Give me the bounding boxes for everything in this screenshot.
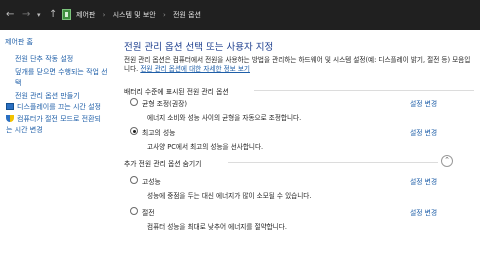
back-icon[interactable]: ← — [6, 9, 14, 21]
plan-description: 에너지 소비와 성능 사이의 균형을 자동으로 조정합니다. — [147, 114, 302, 122]
recent-locations-dropdown-icon[interactable]: ▾ — [37, 9, 41, 21]
learn-more-link[interactable]: 전원 관리 옵션에 대한 자세한 정보 보기 — [140, 65, 250, 73]
plan-name[interactable]: 절전 — [142, 207, 155, 217]
change-settings-link[interactable]: 설정 변경 — [410, 176, 437, 186]
sidebar: 제어판 홈 전원 단추 작동 설정 덮개를 닫으면 수행되는 작업 선택 전원 … — [0, 30, 118, 270]
page-description: 전원 관리 옵션은 컴퓨터에서 전원을 사용하는 방법을 관리하는 하드웨어 및… — [124, 56, 474, 74]
sidebar-link-lid-action[interactable]: 덮개를 닫으면 수행되는 작업 선택 — [15, 67, 113, 89]
main-content: 전원 관리 옵션 선택 또는 사용자 지정 전원 관리 옵션은 컴퓨터에서 전원… — [118, 30, 480, 270]
change-settings-link[interactable]: 설정 변경 — [410, 98, 437, 108]
control-panel-icon — [62, 9, 71, 20]
plan-description: 컴퓨터 성능을 최대로 낮추어 에너지를 절약합니다. — [147, 223, 287, 231]
plan-radio-ultimate-performance[interactable] — [130, 127, 138, 135]
breadcrumb-item-system-security[interactable]: 시스템 및 보안 — [113, 11, 156, 19]
page-title: 전원 관리 옵션 선택 또는 사용자 지정 — [124, 42, 274, 53]
plan-radio-high-performance[interactable] — [130, 176, 138, 184]
address-bar: ← → ▾ ↑ 제어판 › 시스템 및 보안 › 전원 옵션 — [0, 0, 480, 30]
breadcrumb: 제어판 › 시스템 및 보안 › 전원 옵션 — [76, 10, 201, 20]
plan-description: 고사양 PC에서 최고의 성능을 선사합니다. — [147, 143, 264, 151]
sidebar-link-label: 디스플레이를 끄는 시간 설정 — [17, 103, 101, 111]
monitor-icon — [6, 103, 14, 110]
plan-radio-power-saver[interactable] — [130, 207, 138, 215]
group-divider — [254, 90, 474, 91]
sidebar-link-label: 컴퓨터가 절전 모드로 전환되는 시간 변경 — [6, 115, 101, 134]
plan-name[interactable]: 균형 조정(권장) — [142, 98, 187, 108]
group-battery-meter-plans: 배터리 수준에 표시된 전원 관리 옵션 — [124, 88, 229, 96]
group-hide-additional-plans[interactable]: 추가 전원 관리 옵션 숨기기 — [124, 158, 201, 168]
plan-name[interactable]: 최고의 성능 — [142, 127, 175, 137]
sidebar-home-link[interactable]: 제어판 홈 — [5, 37, 33, 47]
collapse-chevron-up-icon[interactable]: ⌃ — [441, 155, 453, 167]
breadcrumb-separator[interactable]: › — [163, 11, 166, 19]
breadcrumb-item-control-panel[interactable]: 제어판 — [76, 11, 95, 19]
breadcrumb-separator[interactable]: › — [103, 11, 106, 19]
up-icon[interactable]: ↑ — [49, 9, 57, 21]
group-divider — [228, 162, 438, 163]
sidebar-link-power-buttons[interactable]: 전원 단추 작동 설정 — [15, 54, 113, 65]
sidebar-link-sleep-time[interactable]: 컴퓨터가 절전 모드로 전환되는 시간 변경 — [6, 114, 104, 136]
sidebar-link-create-plan[interactable]: 전원 관리 옵션 만들기 — [15, 91, 113, 102]
change-settings-link[interactable]: 설정 변경 — [410, 207, 437, 217]
sidebar-link-display-off[interactable]: 디스플레이를 끄는 시간 설정 — [6, 102, 104, 113]
plan-name[interactable]: 고성능 — [142, 176, 161, 186]
plan-description: 성능에 중점을 두는 대신 에너지가 많이 소모될 수 있습니다. — [147, 192, 312, 200]
plan-radio-balanced[interactable] — [130, 98, 138, 106]
breadcrumb-item-power-options[interactable]: 전원 옵션 — [173, 11, 201, 19]
shield-icon — [6, 115, 14, 122]
change-settings-link[interactable]: 설정 변경 — [410, 127, 437, 137]
forward-icon[interactable]: → — [22, 9, 30, 21]
